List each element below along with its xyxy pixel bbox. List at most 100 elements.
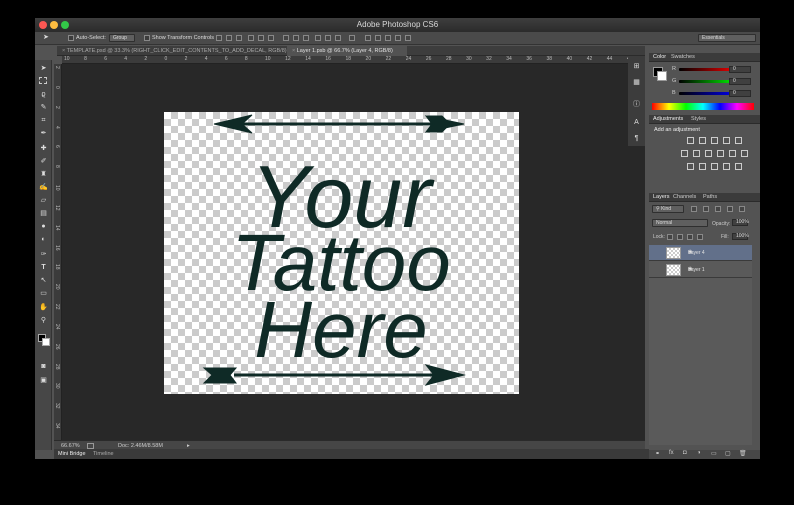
filter-adjustment-icon[interactable]	[703, 206, 709, 212]
auto-align-icon[interactable]	[349, 35, 355, 41]
history-panel-icon[interactable]: ⊞	[632, 62, 641, 71]
crop-tool-icon[interactable]: ⌗	[39, 116, 48, 125]
timeline-tab[interactable]: Timeline	[93, 451, 114, 457]
brightness-icon[interactable]	[687, 137, 694, 144]
path-selection-tool-icon[interactable]: ↖	[39, 276, 48, 285]
mini-bridge-tab[interactable]: Mini Bridge	[58, 451, 86, 457]
history-brush-tool-icon[interactable]: ✍	[39, 183, 48, 192]
eraser-tool-icon[interactable]: ▱	[39, 196, 48, 205]
layer-filter-dropdown[interactable]: ⚲ Kind	[652, 205, 684, 213]
shape-tool-icon[interactable]: ▭	[39, 289, 48, 298]
3d-drag-icon[interactable]	[385, 35, 391, 41]
layer-name[interactable]: Layer 1	[688, 267, 705, 273]
add-mask-icon[interactable]: ◘	[683, 450, 687, 456]
tab-layer1-psb[interactable]: × Layer 1.psb @ 66.7% (Layer 4, RGB/8)	[287, 46, 407, 56]
eyedropper-tool-icon[interactable]: ✒	[39, 129, 48, 138]
tab-channels[interactable]: Channels	[673, 194, 696, 200]
tab-paths[interactable]: Paths	[703, 194, 717, 200]
threshold-icon[interactable]	[711, 163, 718, 170]
3d-mode-icon[interactable]	[365, 35, 371, 41]
b-value[interactable]: 0	[729, 90, 751, 97]
properties-panel-icon[interactable]: ▦	[632, 78, 641, 87]
document-canvas[interactable]: Your Tattoo Here	[164, 112, 519, 394]
tab-color[interactable]: Color	[653, 54, 666, 60]
tab-styles[interactable]: Styles	[691, 116, 706, 122]
workspace-dropdown[interactable]: Essentials	[698, 34, 756, 42]
lasso-tool-icon[interactable]: ϱ	[39, 90, 48, 99]
gradient-tool-icon[interactable]: ▤	[39, 209, 48, 218]
black-white-icon[interactable]	[705, 150, 712, 157]
distribute-left-icon[interactable]	[315, 35, 321, 41]
g-value[interactable]: 0	[729, 78, 751, 85]
opacity-field[interactable]: 100%	[732, 219, 749, 226]
color-lookup-icon[interactable]	[741, 150, 748, 157]
move-tool-icon[interactable]: ➤	[39, 64, 48, 73]
layer-name[interactable]: Layer 4	[688, 250, 705, 256]
new-layer-icon[interactable]: ▢	[725, 450, 731, 457]
color-spectrum-ramp[interactable]	[652, 103, 754, 110]
blend-mode-dropdown[interactable]: Normal	[652, 219, 708, 227]
blur-tool-icon[interactable]: ●	[39, 222, 48, 231]
filter-pixel-icon[interactable]	[691, 206, 697, 212]
layer-style-icon[interactable]: fx	[669, 450, 674, 456]
filter-smart-object-icon[interactable]	[739, 206, 745, 212]
filter-type-icon[interactable]	[715, 206, 721, 212]
photo-filter-icon[interactable]	[717, 150, 724, 157]
r-value[interactable]: 0	[729, 66, 751, 73]
lock-all-icon[interactable]	[697, 234, 703, 240]
filter-shape-icon[interactable]	[727, 206, 733, 212]
tab-adjustments[interactable]: Adjustments	[653, 116, 683, 122]
lock-position-icon[interactable]	[687, 234, 693, 240]
distribute-top-icon[interactable]	[283, 35, 289, 41]
layer-row[interactable]: ◉ Layer 4	[649, 245, 752, 261]
lock-transparent-icon[interactable]	[667, 234, 673, 240]
invert-icon[interactable]	[687, 163, 694, 170]
align-right-icon[interactable]	[268, 35, 274, 41]
distribute-hcenter-icon[interactable]	[325, 35, 331, 41]
type-tool-icon[interactable]: T	[39, 263, 48, 272]
color-background-swatch[interactable]	[657, 71, 667, 81]
curves-icon[interactable]	[711, 137, 718, 144]
posterize-icon[interactable]	[699, 163, 706, 170]
paragraph-panel-icon[interactable]: ¶	[632, 134, 641, 143]
character-panel-icon[interactable]: A	[632, 118, 641, 127]
background-color-swatch[interactable]	[42, 338, 50, 346]
zoom-tool-icon[interactable]: ⚲	[39, 316, 48, 325]
distribute-right-icon[interactable]	[335, 35, 341, 41]
exposure-icon[interactable]	[723, 137, 730, 144]
layer-row[interactable]: ◉ Layer 1	[649, 262, 752, 278]
info-panel-icon[interactable]: ⓘ	[632, 100, 641, 109]
pen-tool-icon[interactable]: ✑	[39, 250, 48, 259]
lock-image-icon[interactable]	[677, 234, 683, 240]
3d-scale-icon[interactable]	[405, 35, 411, 41]
align-vcenter-icon[interactable]	[226, 35, 232, 41]
dodge-tool-icon[interactable]: ◐	[39, 235, 48, 244]
brush-tool-icon[interactable]: ✐	[39, 157, 48, 166]
tab-template[interactable]: × TEMPLATE.psd @ 33.3% (RIGHT_CLICK_EDIT…	[57, 46, 287, 56]
healing-brush-tool-icon[interactable]: ✚	[39, 144, 48, 153]
3d-slide-icon[interactable]	[395, 35, 401, 41]
auto-select-dropdown[interactable]: Group	[109, 34, 135, 42]
3d-roll-icon[interactable]	[375, 35, 381, 41]
align-top-icon[interactable]	[216, 35, 222, 41]
move-tool-preset-icon[interactable]: ➤	[43, 33, 49, 41]
delete-layer-icon[interactable]: 🗑	[739, 450, 747, 457]
tab-swatches[interactable]: Swatches	[671, 54, 695, 60]
hue-saturation-icon[interactable]	[681, 150, 688, 157]
vibrance-icon[interactable]	[735, 137, 742, 144]
selective-color-icon[interactable]	[735, 163, 742, 170]
show-transform-checkbox[interactable]	[144, 35, 150, 41]
color-balance-icon[interactable]	[693, 150, 700, 157]
channel-mixer-icon[interactable]	[729, 150, 736, 157]
distribute-bottom-icon[interactable]	[303, 35, 309, 41]
align-left-icon[interactable]	[248, 35, 254, 41]
marquee-tool-icon[interactable]	[39, 77, 47, 84]
align-hcenter-icon[interactable]	[258, 35, 264, 41]
gradient-map-icon[interactable]	[723, 163, 730, 170]
hand-tool-icon[interactable]: ✋	[39, 303, 48, 312]
link-layers-icon[interactable]: ⚭	[655, 450, 660, 457]
fill-field[interactable]: 100%	[732, 233, 749, 240]
new-adjustment-layer-icon[interactable]: ◑	[697, 450, 701, 456]
quick-selection-tool-icon[interactable]: ✎	[39, 103, 48, 112]
quick-mask-icon[interactable]: ◙	[39, 362, 48, 371]
